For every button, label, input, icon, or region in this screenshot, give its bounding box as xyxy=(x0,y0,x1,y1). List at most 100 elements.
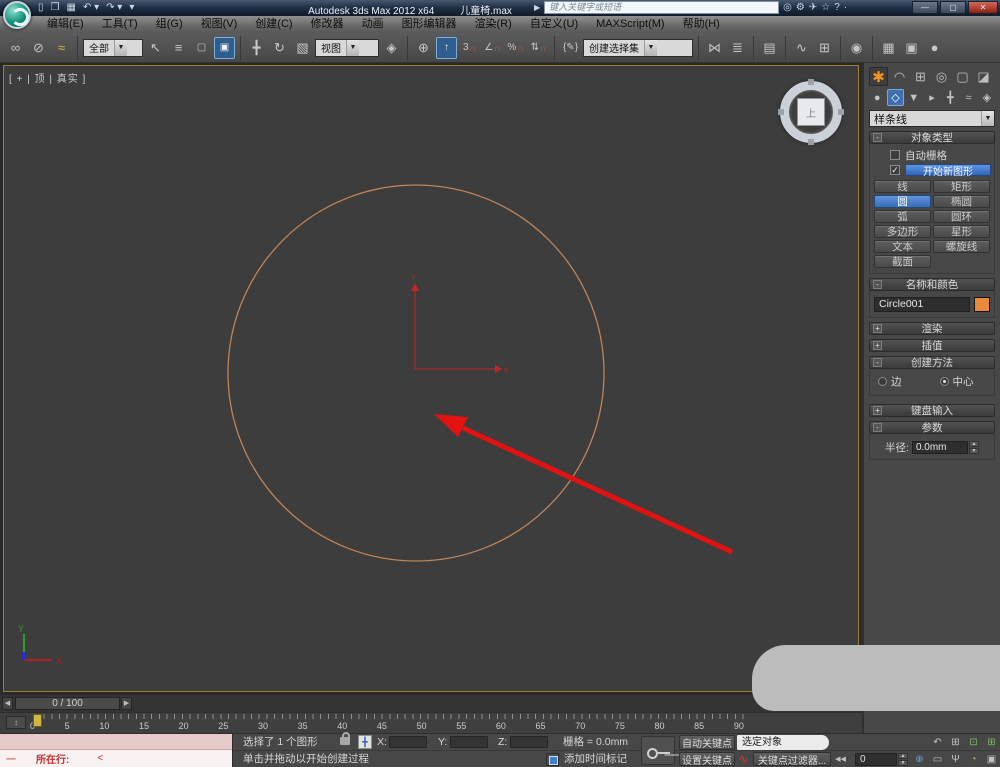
bind-spacewarp-icon[interactable]: ≈ xyxy=(51,37,72,59)
shape-category-dropdown[interactable]: 样条线 ▼ xyxy=(869,110,995,127)
menu-item-9[interactable]: 渲染(R) xyxy=(466,16,521,33)
use-pivot-center-icon[interactable]: ◈ xyxy=(381,37,402,59)
shape-button[interactable]: 截面 xyxy=(874,255,931,268)
collapse-icon[interactable]: - xyxy=(873,133,882,142)
rollout-parameters-header[interactable]: - 参数 xyxy=(869,421,995,434)
render-setup-icon[interactable]: ▦ xyxy=(878,37,899,59)
selection-filter-dropdown[interactable]: 全部 ▼ xyxy=(83,38,143,57)
selected-object-tab[interactable]: 选定对象 xyxy=(737,735,829,750)
zoom-all-icon[interactable]: ⊞ xyxy=(948,735,963,749)
time-slider-handle[interactable] xyxy=(33,714,42,727)
shape-button[interactable]: 椭圆 xyxy=(933,195,990,208)
helpers-subtab-icon[interactable]: ╋ xyxy=(942,89,958,106)
menu-item-10[interactable]: 自定义(U) xyxy=(521,16,587,33)
time-tag-label[interactable]: 添加时间标记 xyxy=(564,751,627,767)
autogrid-checkbox[interactable] xyxy=(890,150,900,160)
search-icon[interactable]: ◎ xyxy=(783,1,792,14)
circle-spline-object[interactable] xyxy=(227,184,605,562)
x-coordinate-field[interactable] xyxy=(389,736,427,748)
frame-spinner[interactable]: ▲ ▼ xyxy=(898,753,908,766)
edge-radio[interactable] xyxy=(878,377,887,386)
display-tab-icon[interactable]: ▢ xyxy=(953,67,972,86)
expand-icon[interactable]: + xyxy=(873,406,882,415)
menu-item-1[interactable]: 编辑(E) xyxy=(38,16,93,33)
go-to-start-icon[interactable]: ◀◀ xyxy=(833,752,848,766)
viewport-shading-name[interactable]: 真实 xyxy=(57,74,79,85)
select-by-name-icon[interactable]: ≡ xyxy=(168,37,189,59)
rollout-name-color-header[interactable]: - 名称和颜色 xyxy=(869,278,995,291)
spinner-snap-icon[interactable]: ⇅ ∩ xyxy=(528,37,549,59)
menu-item-7[interactable]: 动画 xyxy=(353,16,393,33)
select-rotate-icon[interactable]: ↻ xyxy=(269,37,290,59)
rollout-rendering-header[interactable]: + 渲染 xyxy=(869,322,995,335)
unlink-selection-icon[interactable]: ⊘ xyxy=(28,37,49,59)
undo-view-icon[interactable]: ↶ xyxy=(930,735,945,749)
communication-icon[interactable]: ⚙ xyxy=(796,1,805,14)
key-filters-button[interactable]: 关键点过滤器... xyxy=(753,752,831,767)
menu-item-12[interactable]: 帮助(H) xyxy=(674,16,729,33)
modify-tab-icon[interactable]: ◠ xyxy=(890,67,909,86)
current-frame-field[interactable]: 0 xyxy=(855,753,897,766)
new-file-icon[interactable]: ▯ xyxy=(38,2,44,14)
listener-script-row[interactable]: 一 所在行: < xyxy=(0,750,232,767)
zoom-extents-all-icon[interactable]: ⊞ xyxy=(984,735,999,749)
close-button[interactable]: ✕ xyxy=(968,1,998,14)
previous-frame-arrow[interactable]: ◀ xyxy=(2,697,13,710)
shape-button[interactable]: 圆 xyxy=(874,195,931,208)
viewcube-top-face[interactable]: 上 xyxy=(797,98,825,126)
shape-button[interactable]: 圆环 xyxy=(933,210,990,223)
region-zoom-icon[interactable]: ▭ xyxy=(930,752,945,766)
reference-coordinate-dropdown[interactable]: 视图 ▼ xyxy=(315,38,379,57)
max-logo-button[interactable] xyxy=(3,1,31,29)
absolute-relative-toggle-icon[interactable]: ╋ xyxy=(358,735,372,749)
viewport-label[interactable]: [ + | 顶 | 真实 ] xyxy=(9,70,86,85)
lights-subtab-icon[interactable]: ▼ xyxy=(906,89,922,106)
qat-customize-icon[interactable]: ▾ xyxy=(129,2,134,14)
select-move-icon[interactable]: ╋ xyxy=(246,37,267,59)
help-icon[interactable]: ? xyxy=(834,1,840,14)
maximize-viewport-icon[interactable]: ▣ xyxy=(984,752,999,766)
percent-snap-icon[interactable]: % ∩ xyxy=(505,37,526,59)
select-and-link-icon[interactable]: ∞ xyxy=(5,37,26,59)
zoom-icon[interactable]: ⊕ xyxy=(912,752,927,766)
rollout-object-type-header[interactable]: - 对象类型 xyxy=(869,131,995,144)
menu-item-5[interactable]: 创建(C) xyxy=(246,16,301,33)
keyboard-override-icon[interactable]: ↑ xyxy=(436,36,457,59)
cameras-subtab-icon[interactable]: ▸ xyxy=(924,89,940,106)
search-expand-icon[interactable]: ▶ xyxy=(534,3,540,12)
rendered-frame-icon[interactable]: ▣ xyxy=(901,37,922,59)
align-icon[interactable]: ≣ xyxy=(727,37,748,59)
menu-item-6[interactable]: 修改器 xyxy=(302,16,353,33)
undo-icon[interactable]: ↶ ▾ xyxy=(83,2,99,14)
rollout-creation-method-header[interactable]: - 创建方法 xyxy=(869,356,995,369)
create-tab-icon[interactable]: ✱ xyxy=(869,67,888,86)
maxscript-mini-listener[interactable]: 一 所在行: < xyxy=(0,734,233,767)
favorites-star-icon[interactable]: ☆ xyxy=(821,1,830,14)
frame-indicator[interactable]: 0 / 100 xyxy=(15,697,120,710)
window-crossing-icon[interactable]: ▣ xyxy=(214,36,235,59)
viewport-menu-plus[interactable]: + xyxy=(17,74,24,85)
set-key-button[interactable]: 设置关键点 xyxy=(679,752,735,767)
listener-macro-row[interactable] xyxy=(0,734,232,750)
systems-subtab-icon[interactable]: ◈ xyxy=(979,89,995,106)
geometry-subtab-icon[interactable]: ● xyxy=(869,89,885,106)
shape-button[interactable]: 矩形 xyxy=(933,180,990,193)
motion-tab-icon[interactable]: ◎ xyxy=(932,67,951,86)
rollout-keyboard-entry-header[interactable]: + 键盘输入 xyxy=(869,404,995,417)
hierarchy-tab-icon[interactable]: ⊞ xyxy=(911,67,930,86)
menu-item-4[interactable]: 视图(V) xyxy=(192,16,247,33)
maximize-button[interactable]: ▢ xyxy=(940,1,966,14)
auto-key-button[interactable]: 自动关键点 xyxy=(679,735,735,750)
shape-button[interactable]: 线 xyxy=(874,180,931,193)
spacewarps-subtab-icon[interactable]: ≈ xyxy=(960,89,976,106)
start-new-shape-button[interactable]: 开始新图形 xyxy=(905,164,991,178)
start-new-shape-row[interactable]: ✓ 开始新图形 xyxy=(890,163,992,178)
curve-editor-icon[interactable]: ∿ xyxy=(791,37,812,59)
set-key-curve-icon[interactable]: ∿ xyxy=(736,752,751,766)
track-bar-ticks[interactable] xyxy=(36,714,750,719)
autogrid-row[interactable]: 自动栅格 xyxy=(890,148,992,162)
next-frame-arrow[interactable]: ▶ xyxy=(121,697,132,710)
time-tag-icon[interactable] xyxy=(546,753,559,766)
menu-item-8[interactable]: 图形编辑器 xyxy=(393,16,466,33)
orbit-icon[interactable]: ◔ xyxy=(966,752,981,766)
